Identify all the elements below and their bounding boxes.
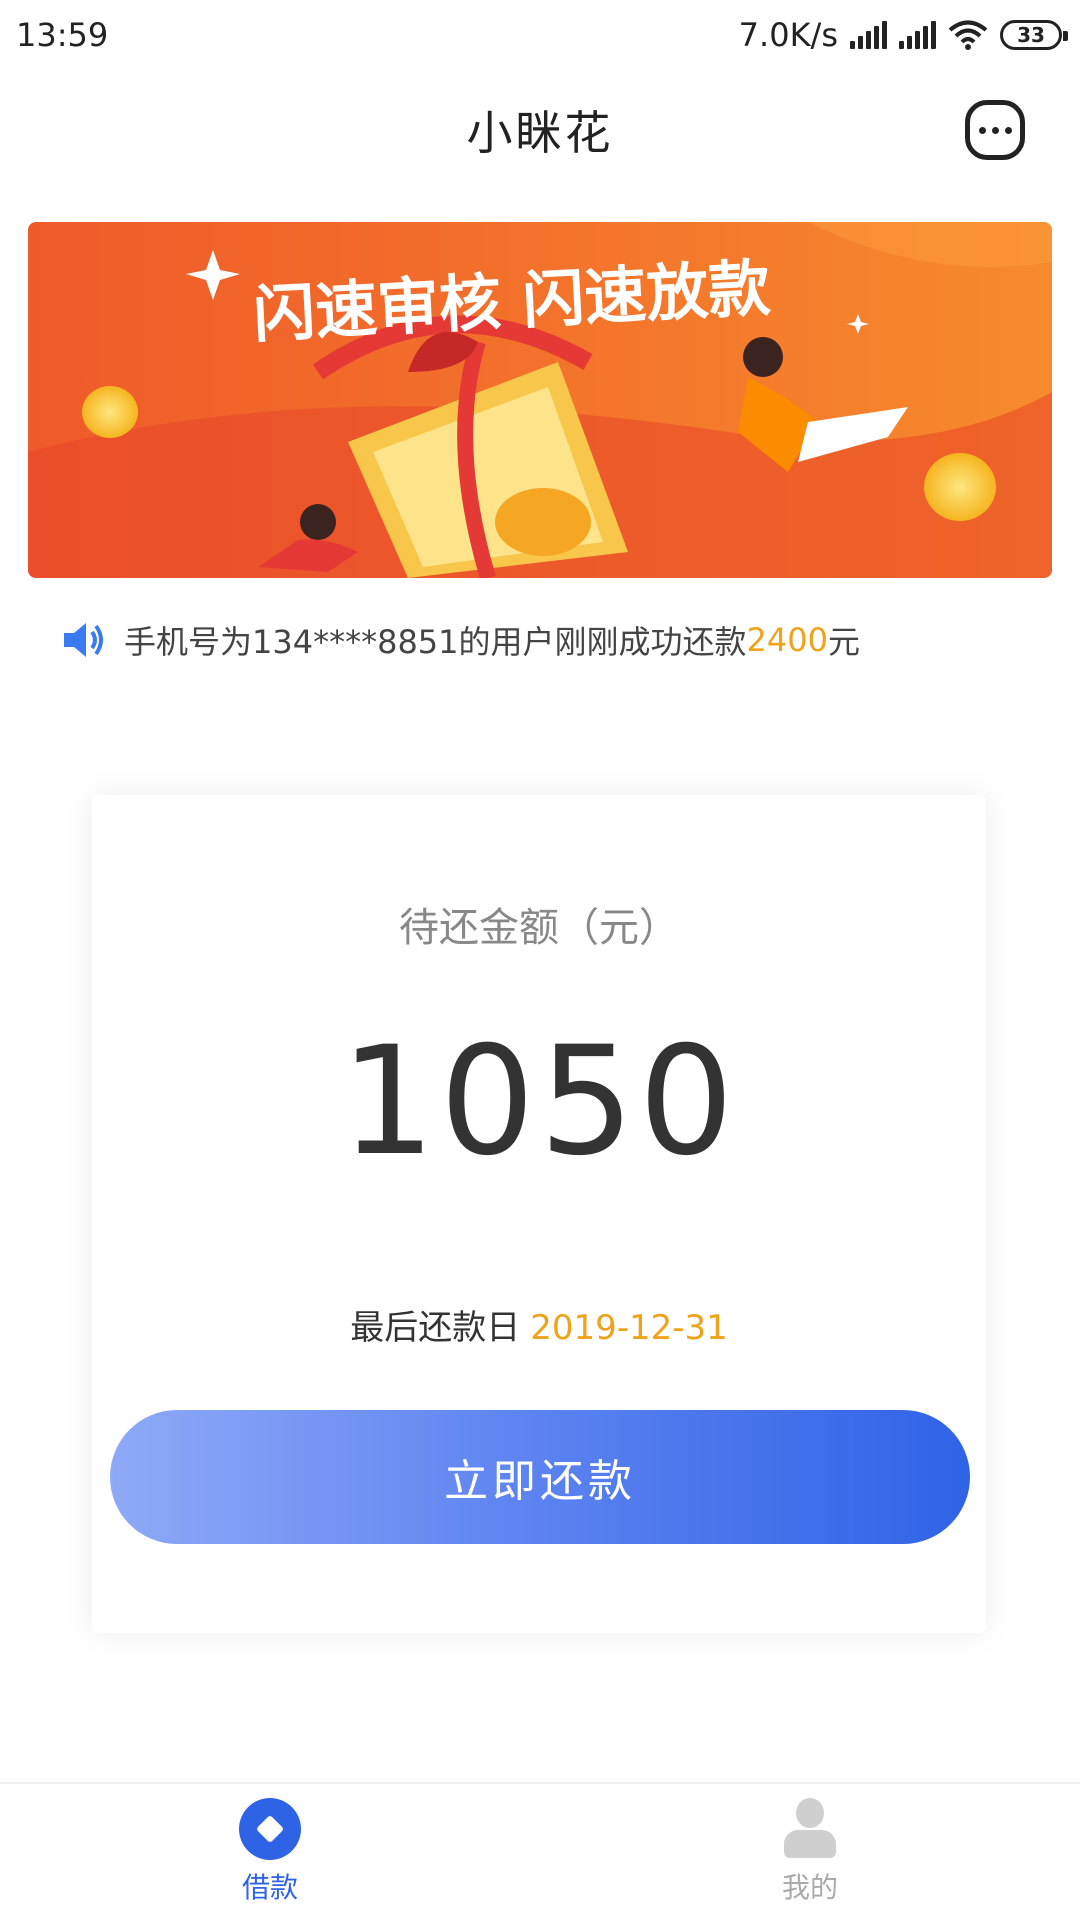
more-chat-icon[interactable]: [965, 100, 1025, 160]
nav-label-mine: 我的: [781, 1871, 838, 1904]
status-bar: 13:59 7.0K/s 33: [0, 0, 1080, 70]
app-header: 小眯花: [0, 70, 1080, 190]
notice-text: 手机号为134****8851的用户刚刚成功还款: [124, 623, 747, 661]
due-date-row: 最后还款日 2019-12-31: [92, 1300, 986, 1349]
due-date-label: 最后还款日: [350, 1308, 521, 1348]
repayment-notice: 手机号为134****8851的用户刚刚成功还款 2400 元: [0, 600, 1080, 680]
repay-now-button[interactable]: 立即还款: [110, 1410, 970, 1544]
pending-amount: 1050: [340, 1015, 738, 1189]
signal-icon-2: [899, 21, 936, 49]
wifi-icon: [948, 20, 988, 50]
promo-banner[interactable]: 闪速审核 闪速放款: [28, 222, 1052, 578]
nav-item-mine[interactable]: 我的: [540, 1784, 1080, 1920]
notice-amount: 2400: [746, 621, 828, 659]
network-speed: 7.0K/s: [738, 16, 838, 54]
repayment-card: 待还金额（元） 1050 最后还款日 2019-12-31 立即还款: [92, 795, 986, 1633]
borrow-icon: [239, 1798, 301, 1860]
bottom-nav: 借款 我的: [0, 1782, 1080, 1920]
battery-icon: 33: [1000, 20, 1068, 50]
notice-suffix: 元: [827, 623, 860, 661]
status-time: 13:59: [16, 16, 109, 54]
status-icons: 7.0K/s 33: [738, 16, 1068, 54]
user-icon: [779, 1798, 841, 1860]
nav-label-borrow: 借款: [241, 1871, 298, 1904]
banner-illustration: 闪速审核 闪速放款: [28, 222, 1052, 578]
due-date: 2019-12-31: [530, 1308, 728, 1348]
signal-icon: [850, 21, 887, 49]
pending-amount-label: 待还金额（元）: [399, 905, 679, 951]
page-title: 小眯花: [466, 106, 614, 160]
speaker-icon: [64, 623, 103, 657]
nav-item-borrow[interactable]: 借款: [0, 1784, 540, 1920]
app-screen: 13:59 7.0K/s 33 小眯花 闪速审核 闪速放款 手机号为134***…: [0, 0, 1080, 1920]
